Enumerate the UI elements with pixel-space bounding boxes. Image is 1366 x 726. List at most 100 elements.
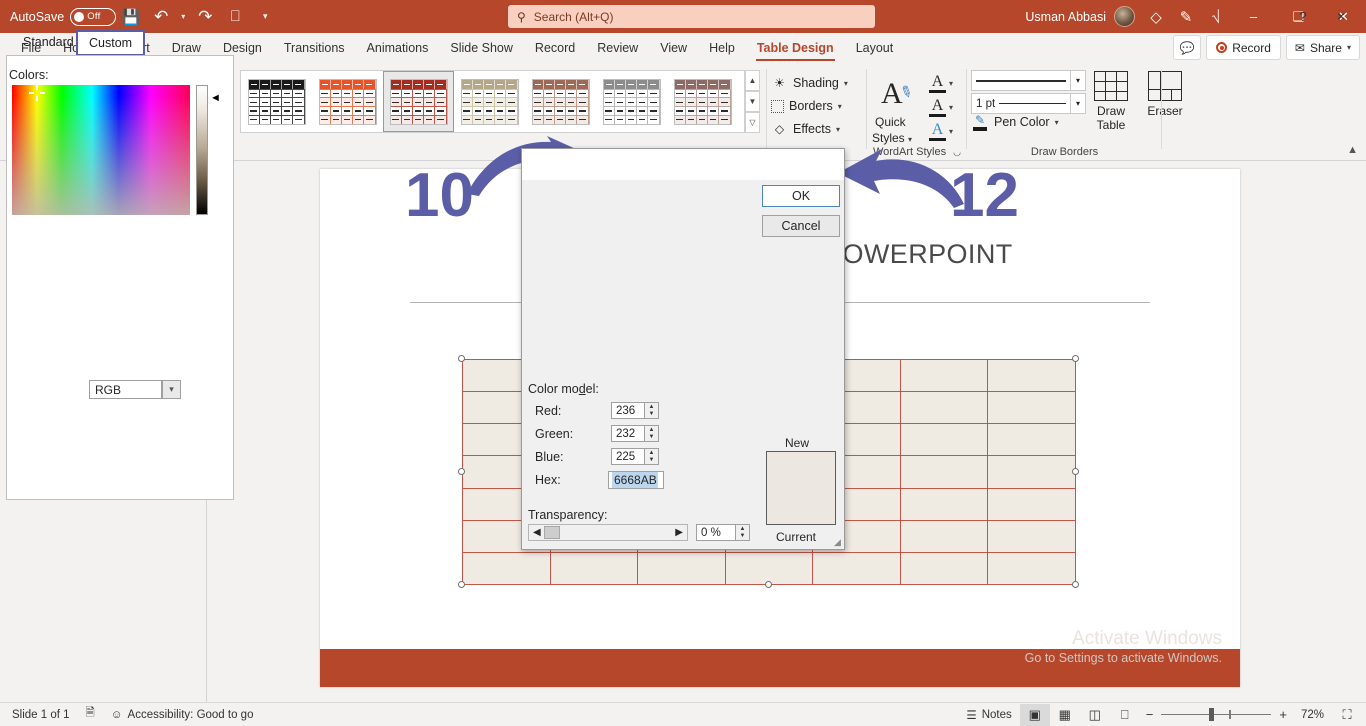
table-cell[interactable] [899, 455, 989, 489]
chevron-down-icon[interactable]: ▾ [949, 127, 953, 136]
blue-input[interactable]: 225 [611, 448, 645, 465]
notes-page-icon[interactable]: 🗎 [78, 704, 103, 726]
color-model-chevron-icon[interactable]: ▾ [162, 380, 181, 399]
table-cell[interactable] [899, 551, 989, 586]
tab-table-design[interactable]: Table Design [746, 34, 845, 62]
ok-button[interactable]: OK [762, 185, 840, 207]
table-cell[interactable] [987, 455, 1076, 489]
table-cell[interactable] [899, 487, 989, 521]
transparency-slider-left-icon[interactable]: ◀ [533, 527, 541, 538]
pen-color-button[interactable]: ✎ Pen Color ▾ [971, 113, 1059, 131]
transparency-slider-thumb[interactable] [544, 526, 560, 539]
table-style-6[interactable] [596, 71, 667, 132]
dialog-resize-grip[interactable]: ◢ [834, 537, 841, 548]
color-model-select[interactable]: RGB [89, 380, 162, 399]
slide-sorter-view-button[interactable]: ▦ [1050, 704, 1080, 726]
pen-weight-dropdown[interactable]: 1 pt [971, 93, 1071, 114]
effects-button[interactable]: ◇ Effects ▾ [771, 118, 840, 140]
normal-view-button[interactable]: ▣ [1019, 703, 1050, 726]
slide-info[interactable]: Slide 1 of 1 [4, 704, 78, 726]
undo-icon[interactable]: ↶ [146, 4, 176, 30]
autosave-toggle[interactable]: Off [70, 7, 117, 26]
resize-handle-sw[interactable] [458, 581, 465, 588]
reading-view-button[interactable]: ◫ [1080, 704, 1110, 726]
tab-custom-colors[interactable]: Custom [76, 30, 146, 56]
pen-icon[interactable]: ✎ [1171, 4, 1201, 30]
table-style-7[interactable] [667, 71, 738, 132]
transparency-stepper[interactable]: ▲ ▼ [736, 524, 750, 541]
table-cell[interactable] [899, 358, 989, 393]
shading-button[interactable]: ☀ Shading ▾ [771, 72, 848, 94]
table-cell[interactable] [462, 551, 551, 586]
minimize-button[interactable]: – [1231, 0, 1276, 33]
table-cell[interactable] [987, 391, 1076, 425]
resize-handle-se[interactable] [1072, 581, 1079, 588]
cancel-button[interactable]: Cancel [762, 215, 840, 237]
table-style-2[interactable] [312, 71, 383, 132]
table-cell[interactable] [987, 423, 1076, 457]
table-styles-gallery[interactable] [240, 70, 745, 133]
table-cell[interactable] [899, 423, 989, 457]
draw-table-button[interactable]: Draw Table [1083, 71, 1139, 132]
notes-button[interactable]: ☰ Notes [958, 704, 1019, 726]
quick-styles-label-line2[interactable]: Styles ▾ [872, 131, 912, 145]
table-style-4[interactable] [454, 71, 525, 132]
text-outline-button[interactable]: A ▾ [929, 95, 953, 119]
undo-dropdown-icon[interactable]: ▾ [176, 4, 190, 30]
fit-to-window-icon[interactable]: ⛶ [1332, 704, 1362, 726]
tab-animations[interactable]: Animations [356, 34, 440, 62]
resize-handle-s[interactable] [765, 581, 772, 588]
table-cell[interactable] [987, 358, 1076, 393]
accessibility-status[interactable]: ☺ Accessibility: Good to go [103, 704, 262, 726]
text-fill-button[interactable]: A ▾ [929, 71, 953, 95]
zoom-track[interactable] [1161, 707, 1272, 721]
table-cell[interactable] [812, 551, 901, 586]
tab-record[interactable]: Record [524, 34, 586, 62]
search-input[interactable]: ⚲ Search (Alt+Q) [508, 5, 875, 28]
user-name[interactable]: Usman Abbasi [1025, 10, 1106, 24]
color-spectrum[interactable] [12, 85, 190, 215]
zoom-in-button[interactable]: + [1279, 707, 1287, 722]
green-stepper[interactable]: ▲ ▼ [645, 425, 659, 442]
slideshow-view-button[interactable]: ⎕ [1110, 704, 1140, 726]
record-button[interactable]: Record [1206, 35, 1281, 60]
chevron-down-icon[interactable]: ▾ [949, 79, 953, 88]
luminance-slider-thumb-icon[interactable]: ◄ [210, 93, 221, 104]
resize-handle-ne[interactable] [1072, 355, 1079, 362]
eraser-button[interactable]: Eraser [1137, 71, 1193, 118]
redo-icon[interactable]: ↷ [190, 4, 220, 30]
share-button[interactable]: ✉ Share ▾ [1285, 35, 1360, 60]
gallery-scroll-buttons[interactable]: ▲ ▼ ▽ [745, 70, 760, 133]
dialog-close-icon[interactable]: × [1330, 6, 1352, 26]
tab-standard-colors[interactable]: Standard [13, 31, 84, 53]
collapse-ribbon-icon[interactable]: ▲ [1347, 144, 1358, 156]
table-cell[interactable] [899, 519, 989, 553]
table-cell[interactable] [549, 551, 639, 586]
table-cell[interactable] [899, 391, 989, 425]
blue-stepper[interactable]: ▲ ▼ [645, 448, 659, 465]
resize-handle-w[interactable] [458, 468, 465, 475]
save-icon[interactable]: 💾 [116, 4, 146, 30]
start-slideshow-icon[interactable]: ⎕ [220, 4, 250, 30]
zoom-slider[interactable]: − + [1146, 707, 1287, 722]
borders-button[interactable]: Borders ▾ [771, 95, 842, 117]
hex-input[interactable]: 6668AB [608, 471, 664, 489]
gallery-scroll-down-icon[interactable]: ▼ [745, 91, 760, 112]
customize-quick-access-icon[interactable]: ▾ [250, 4, 280, 30]
table-cell[interactable] [637, 551, 726, 586]
tab-review[interactable]: Review [586, 34, 649, 62]
table-style-1[interactable] [241, 71, 312, 132]
pen-style-dropdown[interactable] [971, 70, 1071, 91]
diamond-icon[interactable]: ◇ [1141, 4, 1171, 30]
color-spectrum-cursor[interactable] [29, 85, 45, 101]
tab-transitions[interactable]: Transitions [273, 34, 356, 62]
table-cell[interactable] [987, 551, 1076, 586]
avatar[interactable] [1114, 6, 1135, 27]
quick-styles-label-line1[interactable]: Quick [875, 115, 906, 129]
resize-handle-e[interactable] [1072, 468, 1079, 475]
dialog-help-icon[interactable]: ? [1292, 6, 1314, 26]
chevron-down-icon[interactable]: ▾ [949, 103, 953, 112]
table-cell[interactable] [987, 487, 1076, 521]
table-style-5[interactable] [525, 71, 596, 132]
resize-handle-nw[interactable] [458, 355, 465, 362]
